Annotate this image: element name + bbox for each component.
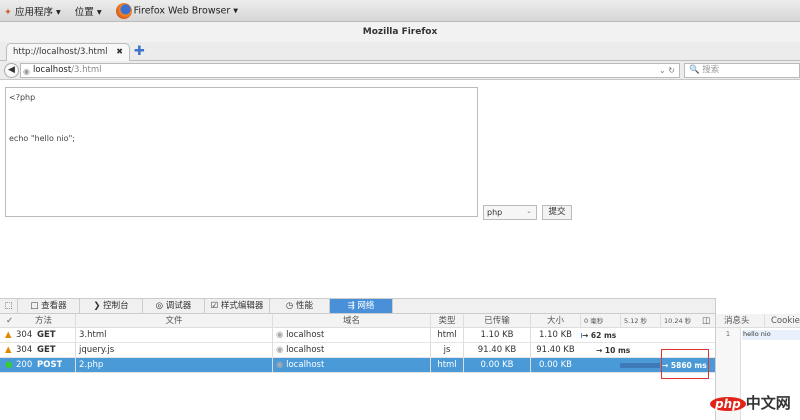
- search-input[interactable]: 🔍 搜索: [684, 63, 800, 78]
- toggle-sidebar-icon[interactable]: ◫: [702, 314, 710, 327]
- gnome-top-bar: ✦ 应用程序 ▾ 位置 ▾ Firefox Web Browser ▾: [0, 0, 800, 22]
- table-row[interactable]: ● 200 POST 2.php ◉ localhost html 0.00 K…: [0, 358, 715, 373]
- col-transferred[interactable]: 已传输: [463, 314, 530, 327]
- domain: ◉ localhost: [272, 328, 324, 342]
- col-type[interactable]: 类型: [430, 314, 463, 327]
- url-path: /3.html: [71, 65, 102, 75]
- tab-title: http://localhost/3.html: [13, 47, 108, 57]
- applications-menu[interactable]: ✦ 应用程序 ▾: [4, 4, 61, 18]
- places-menu[interactable]: 位置 ▾: [75, 4, 102, 18]
- col-check[interactable]: ✓: [6, 314, 13, 327]
- back-button[interactable]: ◀: [4, 63, 19, 78]
- status-code: 200: [16, 360, 33, 370]
- timeline-tick-1: 5.12 秒: [620, 314, 647, 327]
- firefox-icon: [115, 2, 132, 19]
- tab-inspector[interactable]: □ 查看器: [18, 299, 80, 313]
- nav-bar: ◀ ◉ localhost/3.html ⌄ ↻ 🔍 搜索: [0, 61, 800, 80]
- tab-debugger[interactable]: ◎ 调试器: [143, 299, 205, 313]
- domain: ◉ localhost: [272, 358, 324, 372]
- highlight-box: [661, 349, 709, 379]
- pick-element-icon[interactable]: ⬚: [0, 299, 18, 313]
- tab-strip: http://localhost/3.html ✖ ✚: [0, 42, 800, 62]
- timing-bar: [620, 363, 660, 368]
- size: 91.40 KB: [530, 343, 580, 357]
- method: GET: [37, 345, 56, 355]
- table-row[interactable]: ▲ 304 GET 3.html ◉ localhost html 1.10 K…: [0, 328, 715, 343]
- tab-style-editor[interactable]: ☑ 样式编辑器: [205, 299, 270, 313]
- tab-cookies[interactable]: Cookie: [764, 314, 800, 327]
- close-tab-icon[interactable]: ✖: [116, 47, 123, 56]
- sidebar-tabs: 消息头 Cookie: [716, 314, 800, 328]
- browser-menu[interactable]: Firefox Web Browser ▾: [115, 2, 238, 19]
- watermark: php 中文网: [710, 392, 791, 413]
- language-value: php: [487, 208, 503, 217]
- col-file[interactable]: 文件: [75, 314, 272, 327]
- tab-network[interactable]: ⇶ 网络: [330, 299, 393, 313]
- type: html: [430, 328, 463, 342]
- tab-console[interactable]: ❯ 控制台: [80, 299, 143, 313]
- type: html: [430, 358, 463, 372]
- status-code: 304: [16, 330, 33, 340]
- file: 3.html: [75, 328, 106, 342]
- file: jquery.js: [75, 343, 114, 357]
- col-domain[interactable]: 域名: [272, 314, 430, 327]
- code-textarea[interactable]: <?php echo "hello nio";: [5, 87, 478, 217]
- tab-headers[interactable]: 消息头: [724, 314, 750, 327]
- url-host: localhost: [33, 65, 72, 75]
- size: 1.10 KB: [530, 328, 580, 342]
- reload-icon[interactable]: ⌄ ↻: [659, 64, 675, 77]
- window-title: Mozilla Firefox: [0, 22, 800, 42]
- language-select[interactable]: php ⌄: [483, 205, 537, 220]
- transferred: 0.00 KB: [463, 358, 530, 372]
- method: POST: [37, 360, 63, 370]
- globe-icon: ◉: [23, 67, 30, 76]
- network-table-header: ✓ 方法 文件 域名 类型 已传输 大小 0 毫秒 5.12 秒 10.24 秒…: [0, 314, 715, 328]
- domain: ◉ localhost: [272, 343, 324, 357]
- method: GET: [37, 330, 56, 340]
- timeline-tick-0: 0 毫秒: [580, 314, 603, 327]
- status-icon: ▲: [5, 330, 12, 340]
- chevron-down-icon: ⌄: [526, 207, 532, 215]
- new-tab-button[interactable]: ✚: [134, 44, 145, 59]
- timing-label: → 62 ms: [582, 331, 617, 340]
- timing-label: → 10 ms: [596, 346, 631, 355]
- devtools-toolbar: ⬚ □ 查看器 ❯ 控制台 ◎ 调试器 ☑ 样式编辑器 ◷ 性能 ⇶ 网络: [0, 298, 800, 314]
- size: 0.00 KB: [530, 358, 580, 372]
- status-icon: ▲: [5, 345, 12, 355]
- status-code: 304: [16, 345, 33, 355]
- table-row[interactable]: ▲ 304 GET jquery.js ◉ localhost js 91.40…: [0, 343, 715, 358]
- watermark-text: 中文网: [745, 394, 791, 412]
- col-size[interactable]: 大小: [530, 314, 580, 327]
- transferred: 1.10 KB: [463, 328, 530, 342]
- browser-tab[interactable]: http://localhost/3.html ✖: [6, 43, 130, 62]
- url-bar[interactable]: ◉ localhost/3.html ⌄ ↻: [20, 63, 680, 78]
- status-icon: ●: [5, 360, 13, 370]
- watermark-logo: php: [710, 397, 746, 411]
- transferred: 91.40 KB: [463, 343, 530, 357]
- file: 2.php: [75, 358, 103, 372]
- tab-performance[interactable]: ◷ 性能: [270, 299, 330, 313]
- response-text: hello nio: [742, 330, 800, 340]
- type: js: [430, 343, 463, 357]
- submit-button[interactable]: 提交: [542, 205, 572, 220]
- timeline-tick-2: 10.24 秒: [660, 314, 691, 327]
- col-method[interactable]: 方法: [35, 314, 52, 327]
